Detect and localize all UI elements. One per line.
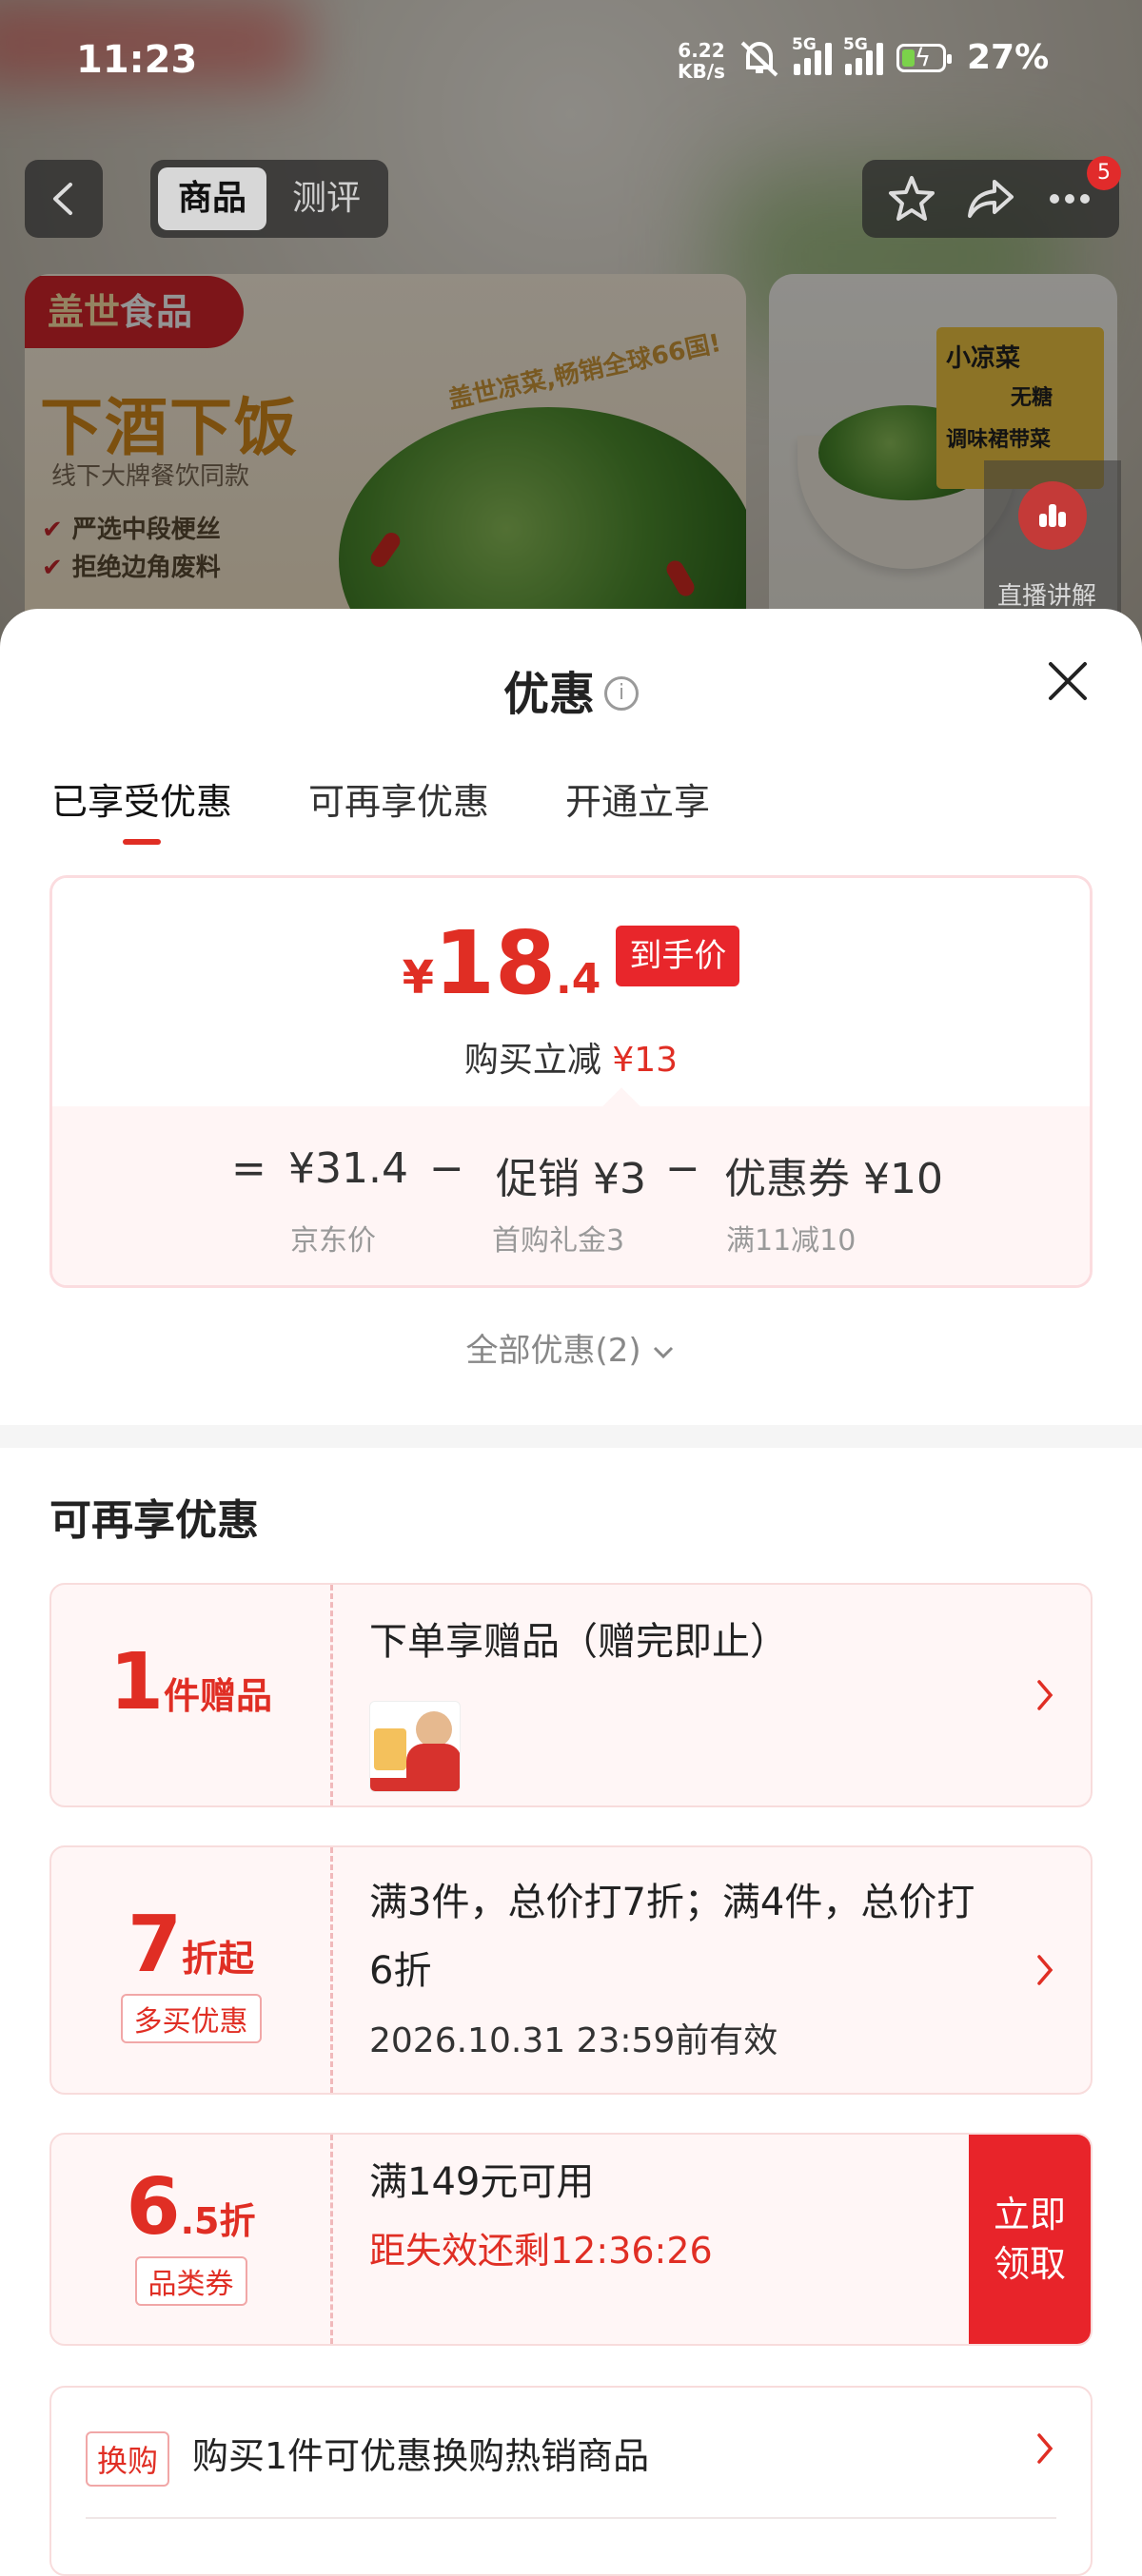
trade-in-description: 购买1件可优惠换购热销商品 (192, 2435, 650, 2477)
claim-coupon-button[interactable]: 立即领取 (969, 2135, 1091, 2344)
trade-in-tag: 换购 (86, 2431, 170, 2487)
signal-sim2-icon: 5G (843, 35, 883, 75)
info-icon[interactable]: i (604, 676, 639, 711)
tab-activate[interactable]: 开通立享 (565, 772, 710, 825)
multi-buy-offer-card[interactable]: 7折起 多买优惠 满3件，总价打7折；满4件，总价打6折 2026.10.31 … (49, 1845, 1093, 2095)
jd-price-label: 京东价 (290, 1224, 376, 1258)
live-icon (1018, 481, 1087, 550)
promo-amount: 促销 ¥3 (496, 1155, 646, 1203)
chevron-right-icon (1037, 1955, 1053, 1985)
jd-price: ¥31.4 (288, 1144, 408, 1193)
signal-sim1-icon: 5G (792, 35, 832, 75)
offer-expiry: 2026.10.31 23:59前有效 (369, 2021, 778, 2060)
final-price: ¥18.4 到手价 (52, 912, 1090, 1014)
action-group (862, 160, 1119, 238)
offer-description: 满3件，总价打7折；满4件，总价打6折 (369, 1881, 975, 1993)
share-icon[interactable] (964, 172, 1017, 225)
instant-saving: 购买立减 ¥13 (463, 1041, 679, 1080)
formula-equals: = (231, 1144, 266, 1193)
promo-label: 首购礼金3 (492, 1224, 625, 1258)
all-discounts-toggle[interactable]: 全部优惠(2) (0, 1324, 1142, 1371)
discount-sheet: 优惠 i 已享受优惠 可再享优惠 开通立享 ¥18.4 到手价 购买立减 ¥13 =… (0, 609, 1142, 2576)
formula-minus: − (665, 1144, 700, 1193)
offer-type-tag: 多买优惠 (120, 1994, 262, 2043)
offer-description: 满149元可用 (369, 2160, 595, 2204)
sheet-title: 优惠 i (0, 656, 1142, 723)
trade-in-offer-card[interactable]: 换购 购买1件可优惠换购热销商品 (49, 2386, 1093, 2576)
status-bar: 11:23 6.22 KB/s 5G 5G ϟ 27% (0, 0, 1142, 133)
offer-value: 7折起 多买优惠 (51, 1847, 333, 2093)
coupon-amount: 优惠券 ¥10 (724, 1155, 943, 1203)
tab-enjoyed[interactable]: 已享受优惠 (51, 772, 232, 845)
star-icon[interactable] (885, 172, 938, 225)
formula-minus: − (429, 1144, 464, 1193)
chevron-down-icon (654, 1346, 674, 1358)
status-time: 11:23 (76, 38, 198, 82)
back-button[interactable] (25, 160, 103, 238)
bell-muted-icon (740, 41, 778, 76)
chevron-right-icon (1037, 2433, 1053, 2464)
offer-value: 6.5折 品类券 (51, 2135, 333, 2344)
offer-type-tag: 品类券 (134, 2256, 247, 2306)
section-title: 可再享优惠 (49, 1496, 259, 1545)
live-label: 直播讲解 (997, 582, 1097, 611)
notification-badge: 5 (1087, 156, 1121, 190)
discount-tabs: 已享受优惠 可再享优惠 开通立享 (51, 772, 710, 845)
live-explain-button[interactable]: 直播讲解 (984, 460, 1121, 622)
chevron-right-icon (1037, 1680, 1053, 1710)
net-speed: 6.22 KB/s (678, 39, 725, 83)
gift-thumbnail[interactable] (369, 1701, 461, 1792)
tab-product[interactable]: 商品 (158, 167, 266, 230)
gift-offer-card[interactable]: 1件赠品 下单享赠品（赠完即止） (49, 1583, 1093, 1807)
coupon-label: 满11减10 (726, 1224, 856, 1258)
final-price-tag: 到手价 (616, 926, 740, 986)
section-divider (0, 1425, 1142, 1448)
tab-review[interactable]: 测评 (272, 167, 381, 230)
offer-countdown: 距失效还剩12:36:26 (369, 2230, 713, 2272)
offer-description: 下单享赠品（赠完即止） (369, 1620, 788, 1664)
offer-value: 1件赠品 (51, 1585, 333, 1805)
battery-percent: 27% (967, 38, 1050, 77)
product-review-switch: 商品 测评 (150, 160, 388, 238)
category-coupon-card: 6.5折 品类券 满149元可用 距失效还剩12:36:26 立即领取 (49, 2133, 1093, 2346)
chevron-left-icon (53, 183, 72, 215)
tab-more-available[interactable]: 可再享优惠 (308, 772, 489, 825)
close-icon[interactable] (1045, 658, 1091, 704)
battery-charging-icon: ϟ (896, 43, 952, 72)
final-price-card: ¥18.4 到手价 购买立减 ¥13 = ¥31.4 京东价 − 促销 ¥3 首购… (49, 875, 1093, 1288)
